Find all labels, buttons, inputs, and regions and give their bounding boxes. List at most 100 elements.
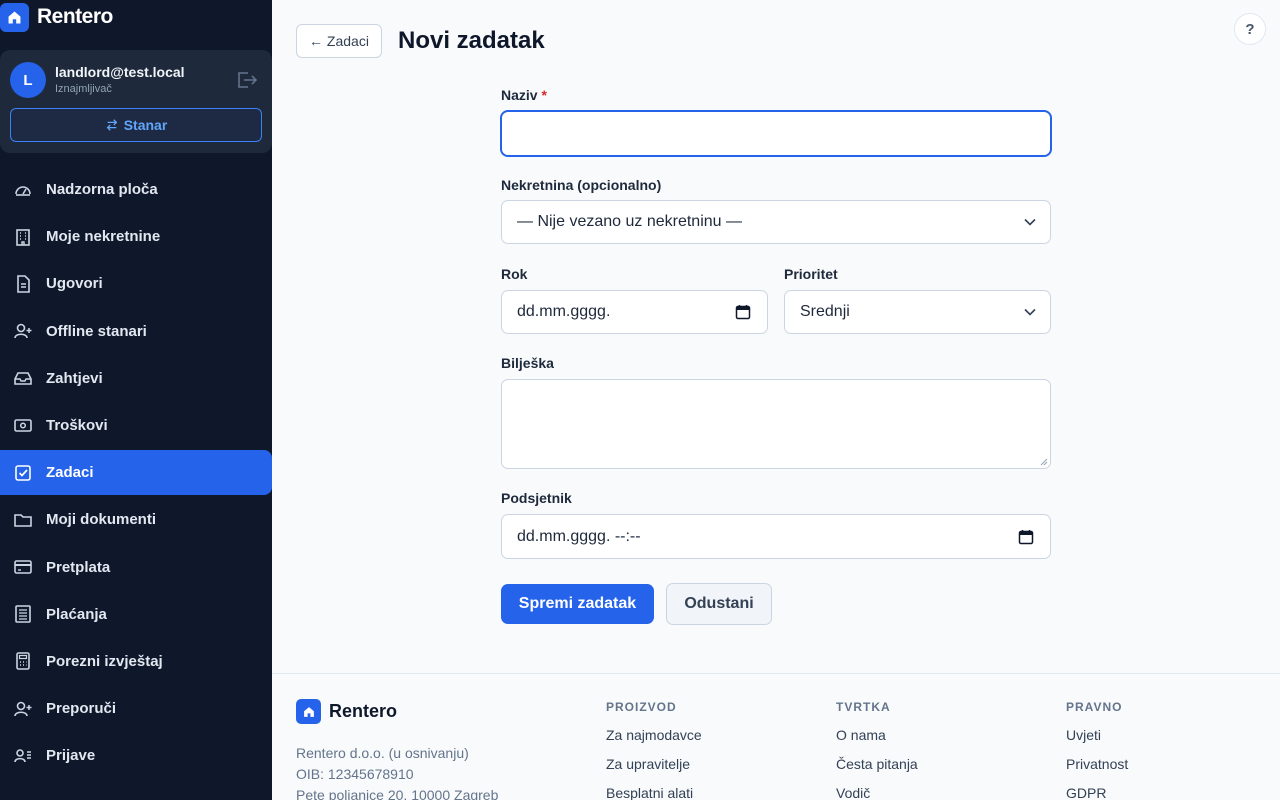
sidebar: Rentero L landlord@test.local Iznajmljiv… [0,0,272,800]
footer-column-proizvod: PROIZVOD Za najmodavce Za upravitelje Be… [606,700,702,800]
reminder-label: Podsjetnik [501,490,572,506]
nav-label: Plaćanja [46,605,107,623]
footer-link[interactable]: Uvjeti [1066,727,1128,756]
footer-heading: PROIZVOD [606,700,677,714]
footer-heading: PRAVNO [1066,700,1123,714]
nav-item-ugovori[interactable]: Ugovori [0,261,272,306]
nav-label: Prijave [46,747,96,765]
nav-item-moje-nekretnine[interactable]: Moje nekretnine [0,214,272,259]
due-date-label: Rok [501,266,528,282]
footer-heading: TVRTKA [836,700,891,714]
priority-select[interactable]: Srednji [784,290,1051,334]
company-info: Rentero d.o.o. (u osnivanju) OIB: 123456… [296,743,498,800]
chevron-down-icon [1024,218,1036,226]
nav-label: Zahtjevi [46,369,103,387]
nav-item-porezni-izvjestaj[interactable]: Porezni izvještaj [0,639,272,684]
name-input[interactable] [501,111,1051,156]
back-button[interactable]: ← Zadaci [296,24,382,58]
reminder-placeholder: dd.mm.gggg. --:-- [517,527,641,545]
footer-link[interactable]: GDPR [1066,785,1128,800]
switch-role-button[interactable]: Stanar [10,108,262,142]
nav-label: Moji dokumenti [46,511,156,529]
save-task-button[interactable]: Spremi zadatak [501,584,654,624]
folder-icon [13,510,33,530]
credit-card-icon [13,557,33,577]
nav-item-placanja[interactable]: Plaćanja [0,592,272,637]
cancel-button[interactable]: Odustani [666,583,772,625]
footer-link[interactable]: Besplatni alati [606,785,702,800]
brand-name: Rentero [37,5,113,28]
nav-label: Nadzorna ploča [46,181,158,198]
nav-item-pretplata[interactable]: Pretplata [0,545,272,590]
property-select[interactable]: — Nije vezano uz nekretninu — [501,200,1051,244]
sidebar-nav: Nadzorna ploča Moje nekretnine Ugovori O… [0,167,272,780]
priority-label: Prioritet [784,266,838,282]
priority-select-value: Srednji [800,303,850,320]
main-content: ← Zadaci Novi zadatak ? Naziv * Nekretni… [272,0,1280,800]
cash-icon [13,415,33,435]
note-textarea[interactable] [501,379,1051,469]
footer-column-tvrtka: TVRTKA O nama Česta pitanja Vodič [836,700,918,800]
footer-link[interactable]: O nama [836,727,918,756]
company-oib: OIB: 12345678910 [296,766,414,782]
calendar-icon[interactable] [1018,529,1034,545]
property-label: Nekretnina (opcionalno) [501,177,662,193]
nav-label: Zadaci [46,464,94,482]
property-select-value: — Nije vezano uz nekretninu — [517,213,742,230]
checklist-icon [13,463,33,483]
user-plus-icon [13,321,33,341]
note-label: Bilješka [501,355,554,371]
company-name: Rentero d.o.o. (u osnivanju) [296,745,469,761]
user-add-icon [13,699,33,719]
name-label-text: Naziv [501,87,538,103]
footer-brand-name: Rentero [329,701,398,721]
chevron-down-icon [1024,308,1036,316]
user-role: Iznajmljivač [55,83,112,95]
switch-role-label: Stanar [123,117,168,133]
avatar: L [10,62,46,98]
swap-icon [106,119,118,131]
name-label: Naziv * [501,87,547,103]
calendar-icon[interactable] [735,304,751,320]
reminder-input[interactable]: dd.mm.gggg. --:-- [501,514,1051,559]
footer-column-pravno: PRAVNO Uvjeti Privatnost GDPR [1066,700,1128,800]
nav-label: Preporuči [46,700,117,718]
building-icon [13,227,33,247]
inbox-icon [13,368,33,388]
nav-item-offline-stanari[interactable]: Offline stanari [0,309,272,354]
due-date-input[interactable]: dd.mm.gggg. [501,290,768,334]
nav-item-preporuci[interactable]: Preporuči [0,686,272,731]
calculator-icon [13,651,33,671]
nav-label: Troškovi [46,416,108,434]
footer-brand[interactable]: Rentero [296,699,397,724]
footer-link[interactable]: Privatnost [1066,756,1128,785]
footer-link[interactable]: Za upravitelje [606,756,702,785]
help-button[interactable]: ? [1234,13,1266,45]
resize-handle-icon[interactable] [1040,458,1048,466]
home-icon [0,2,29,32]
nav-item-moji-dokumenti[interactable]: Moji dokumenti [0,497,272,542]
nav-item-troskovi[interactable]: Troškovi [0,403,272,448]
receipt-icon [13,604,33,624]
footer-link[interactable]: Vodič [836,785,918,800]
nav-item-zadaci[interactable]: Zadaci [0,450,272,496]
nav-item-nadzorna-ploca[interactable]: Nadzorna ploča [0,167,272,212]
page-title: Novi zadatak [398,27,545,54]
company-address: Pete poljanice 20, 10000 Zagreb [296,787,499,800]
nav-label: Porezni izvještaj [46,652,163,670]
footer-link[interactable]: Za najmodavce [606,727,702,756]
nav-item-prijave[interactable]: Prijave [0,733,272,778]
logout-icon[interactable] [236,70,258,90]
footer: Rentero Rentero d.o.o. (u osnivanju) OIB… [272,673,1280,800]
brand[interactable]: Rentero [0,2,113,32]
footer-link[interactable]: Česta pitanja [836,756,918,785]
home-icon [296,699,321,724]
due-date-placeholder: dd.mm.gggg. [517,303,611,320]
dashboard-icon [13,180,33,200]
required-marker: * [541,87,547,103]
nav-item-zahtjevi[interactable]: Zahtjevi [0,356,272,401]
user-card: L landlord@test.local Iznajmljivač Stana… [0,50,272,153]
nav-label: Ugovori [46,275,103,293]
document-icon [13,274,33,294]
user-list-icon [13,746,33,766]
